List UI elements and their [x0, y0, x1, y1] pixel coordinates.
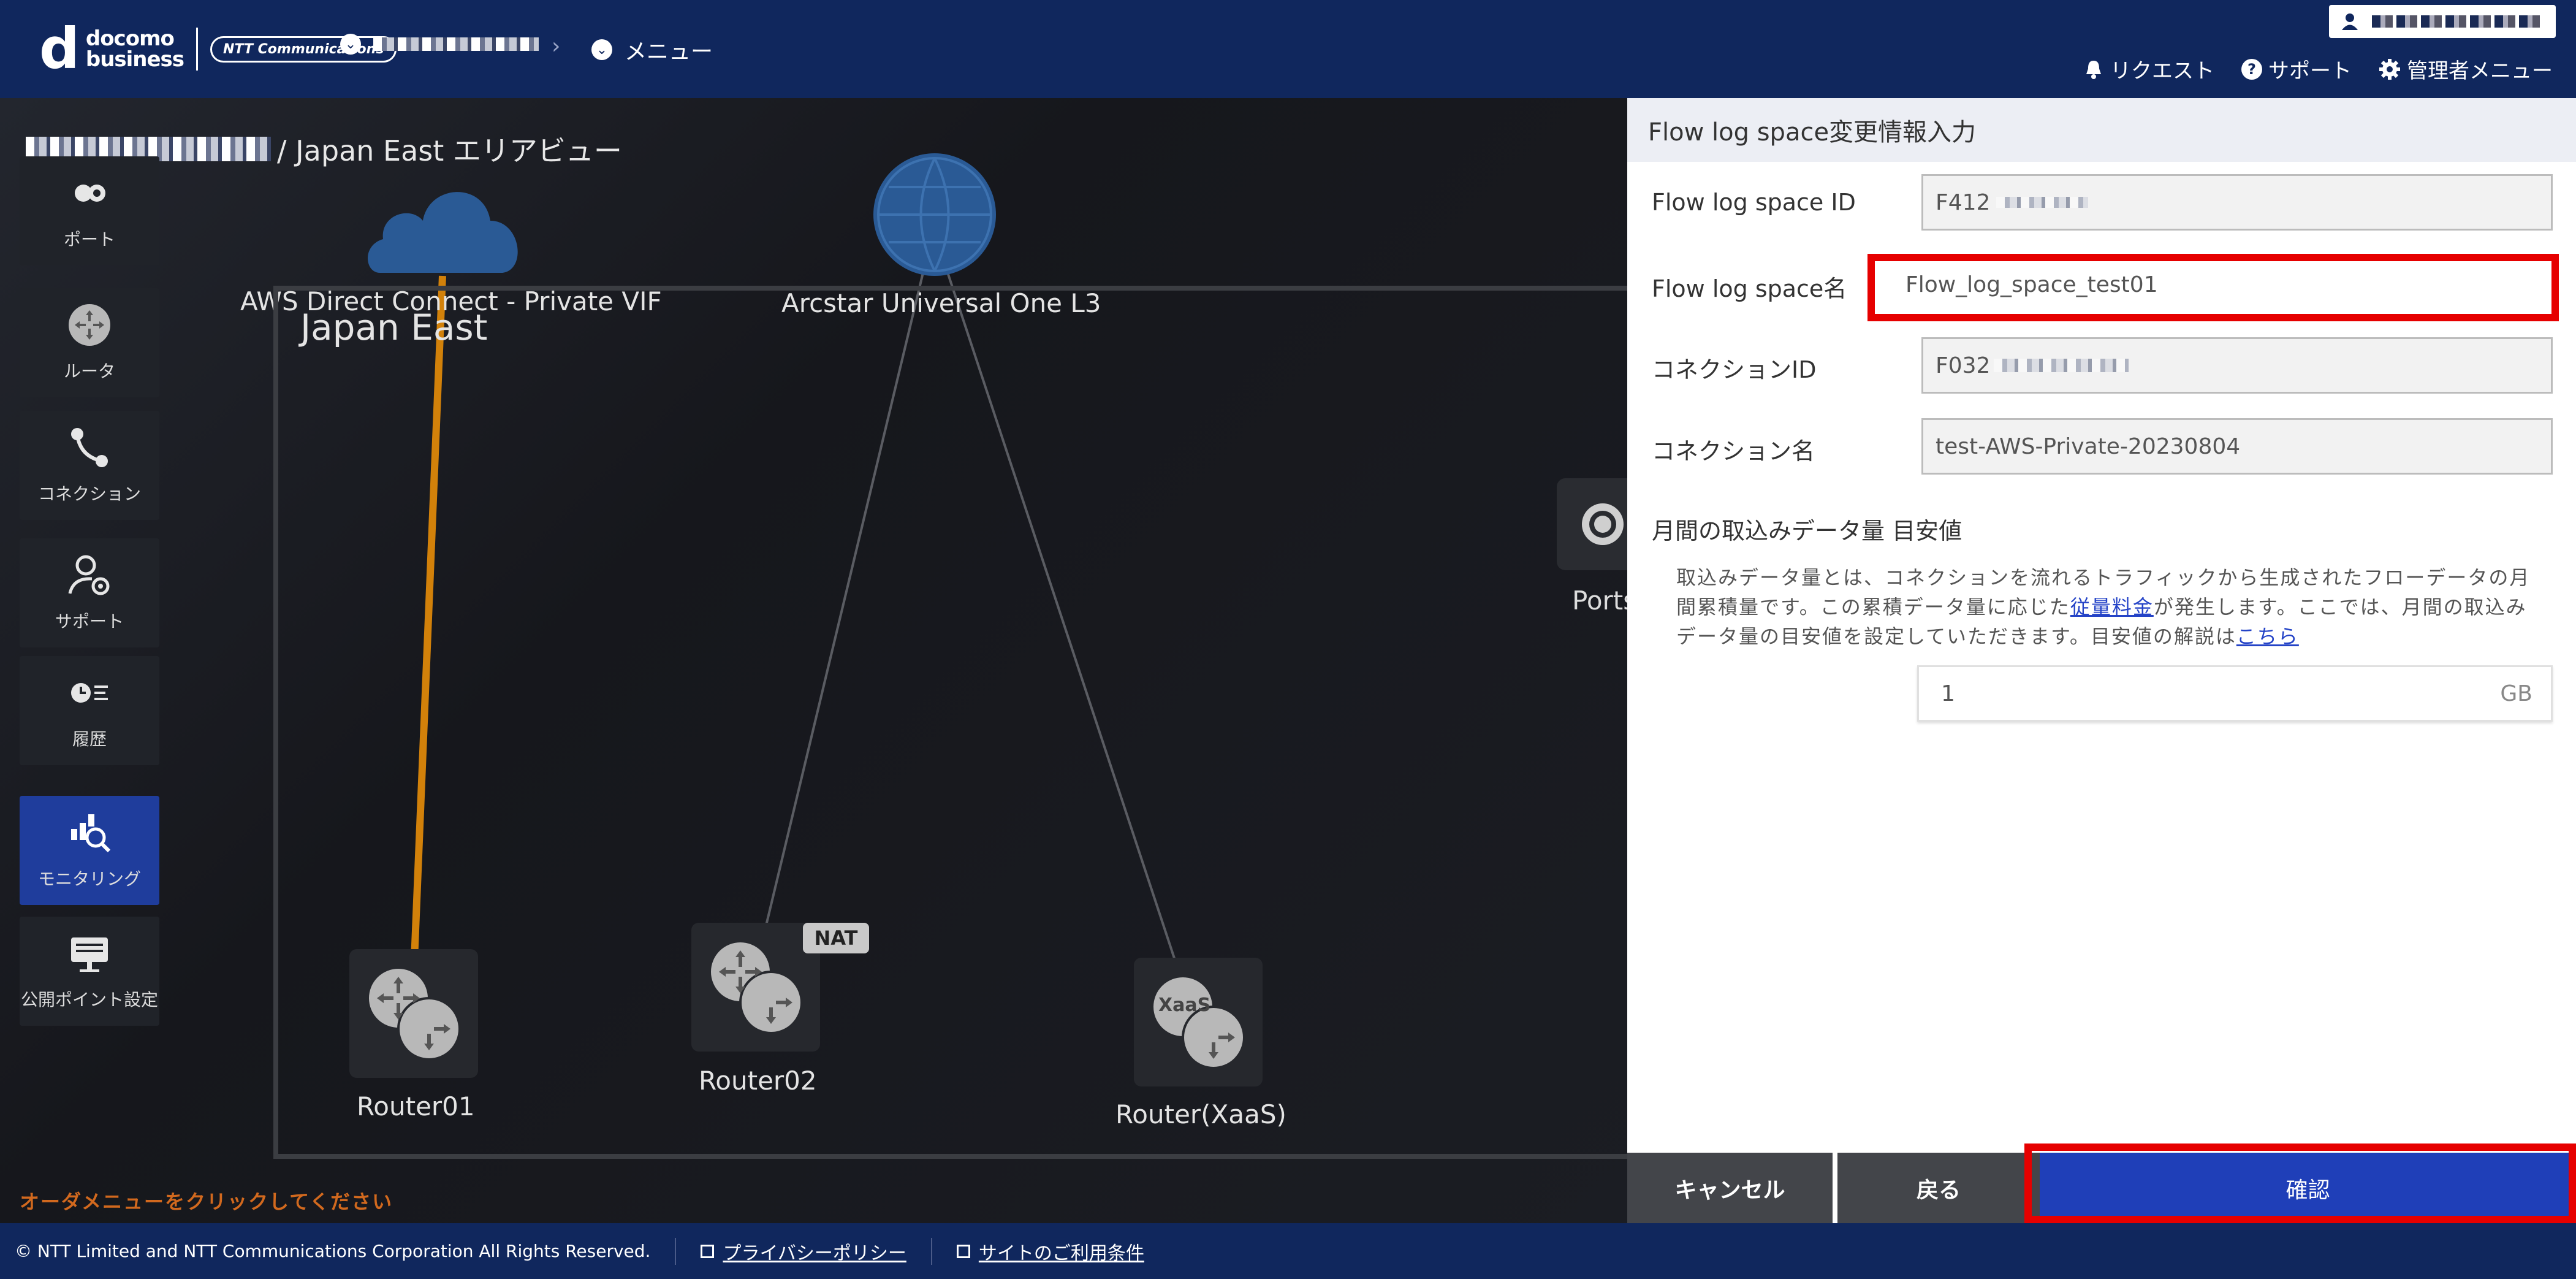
footer-divider: [675, 1237, 677, 1265]
explanation-link[interactable]: こちら: [2236, 625, 2299, 648]
monthly-volume-value: 1: [1941, 681, 1955, 706]
breadcrumb-separator: ›: [552, 34, 560, 59]
question-icon: ?: [2241, 58, 2262, 80]
japan-east-zone: [273, 286, 1683, 1159]
router01-label: Router01: [357, 1091, 475, 1121]
gb-unit: GB: [2500, 681, 2532, 706]
metered-fee-link[interactable]: 従量料金: [2070, 595, 2154, 619]
monthly-volume-input[interactable]: 1 GB: [1917, 665, 2553, 722]
arcstar-globe-icon[interactable]: [870, 150, 999, 279]
panel-title: Flow log space変更情報入力: [1627, 98, 2576, 162]
breadcrumb-menu-label: メニュー: [625, 39, 713, 64]
flow-log-space-name-label: Flow log space名: [1652, 275, 1847, 302]
zone-label: Japan East: [300, 307, 488, 348]
flow-log-space-id-label: Flow log space ID: [1652, 189, 1856, 216]
connection-name-label: コネクション名: [1652, 438, 1815, 465]
highlight-confirm-frame: [2024, 1143, 2576, 1223]
flow-log-edit-panel: Flow log space変更情報入力 Flow log space ID F…: [1627, 98, 2576, 1223]
order-menu-hint: オーダメニューをクリックしてください: [20, 1190, 393, 1213]
support-label: サポート: [2268, 59, 2352, 83]
flow-log-space-id-field: F412: [1921, 174, 2553, 231]
xaas-router-icon: [1151, 975, 1245, 1069]
privacy-policy-label: プライバシーポリシー: [723, 1242, 906, 1264]
router02-label: Router02: [699, 1066, 817, 1096]
privacy-policy-link[interactable]: プライバシーポリシー: [701, 1238, 906, 1265]
gear-icon: [2379, 58, 2400, 80]
router02-node[interactable]: [691, 923, 820, 1052]
logo-wordmark: docomo business: [86, 28, 184, 70]
user-name-redacted: [2372, 15, 2544, 28]
connection-id-field: F032: [1921, 337, 2553, 394]
monthly-volume-label: 月間の取込みデータ量 目安値: [1652, 517, 1962, 544]
bell-icon: [2086, 60, 2101, 79]
breadcrumb-menu[interactable]: ⌄ メニュー: [591, 34, 713, 66]
logo-d-mark: d: [39, 16, 80, 82]
request-label: リクエスト: [2110, 59, 2214, 83]
logo-line2: business: [85, 47, 184, 72]
chevron-down-icon: ⌄: [340, 34, 361, 55]
highlight-name-input-frame: [1867, 254, 2559, 321]
user-account-button[interactable]: [2329, 5, 2556, 38]
router01-node[interactable]: [349, 949, 478, 1078]
breadcrumb-tenant[interactable]: ⌄: [340, 34, 539, 55]
tenant-name-redacted: [373, 37, 539, 51]
user-icon: [2342, 13, 2358, 30]
admin-menu-link[interactable]: 管理者メニュー: [2379, 54, 2553, 84]
back-button[interactable]: 戻る: [1837, 1153, 2040, 1223]
header-links: リクエスト ? サポート 管理者メニュー: [2083, 54, 2553, 84]
router-icon: [367, 966, 461, 1061]
xaas-text: XaaS: [1158, 995, 1211, 1016]
chevron-down-icon: ⌄: [591, 39, 612, 60]
footer: © NTT Limited and NTT Communications Cor…: [0, 1223, 2576, 1279]
terms-link[interactable]: サイトのご利用条件: [956, 1238, 1144, 1265]
footer-divider: [930, 1237, 932, 1265]
id-redacted: [1994, 359, 2129, 372]
ports-node[interactable]: [1557, 478, 1627, 570]
aws-cloud-icon[interactable]: [362, 172, 527, 276]
external-link-icon: [956, 1244, 970, 1258]
request-link[interactable]: リクエスト: [2083, 54, 2214, 84]
connection-id-value: F032: [1936, 353, 1991, 378]
connection-name-value: test-AWS-Private-20230804: [1936, 433, 2241, 459]
router-icon: [709, 940, 803, 1034]
router-xaas-node[interactable]: XaaS: [1134, 958, 1263, 1086]
connection-name-field: test-AWS-Private-20230804: [1921, 418, 2553, 475]
port-icon: [1582, 503, 1624, 545]
cancel-button[interactable]: キャンセル: [1627, 1153, 1833, 1223]
id-redacted: [1996, 197, 2089, 208]
monthly-volume-description: 取込みデータ量とは、コネクションを流れるトラフィックから生成されたフローデータの…: [1676, 563, 2547, 651]
terms-label: サイトのご利用条件: [978, 1242, 1144, 1264]
top-header: d docomo business NTT Communications ⌄ ›…: [0, 0, 2576, 98]
copyright: © NTT Limited and NTT Communications Cor…: [15, 1241, 651, 1261]
chevron-right-icon: ›: [552, 34, 561, 59]
admin-menu-label: 管理者メニュー: [2407, 59, 2553, 83]
flow-log-space-id-value: F412: [1936, 189, 1991, 215]
support-link[interactable]: ? サポート: [2241, 54, 2352, 84]
router-xaas-label: Router(XaaS): [1115, 1099, 1286, 1129]
nat-badge: NAT: [803, 923, 869, 953]
logo-divider: [196, 28, 199, 71]
connection-id-label: コネクションID: [1652, 356, 1817, 383]
external-link-icon: [701, 1244, 715, 1258]
